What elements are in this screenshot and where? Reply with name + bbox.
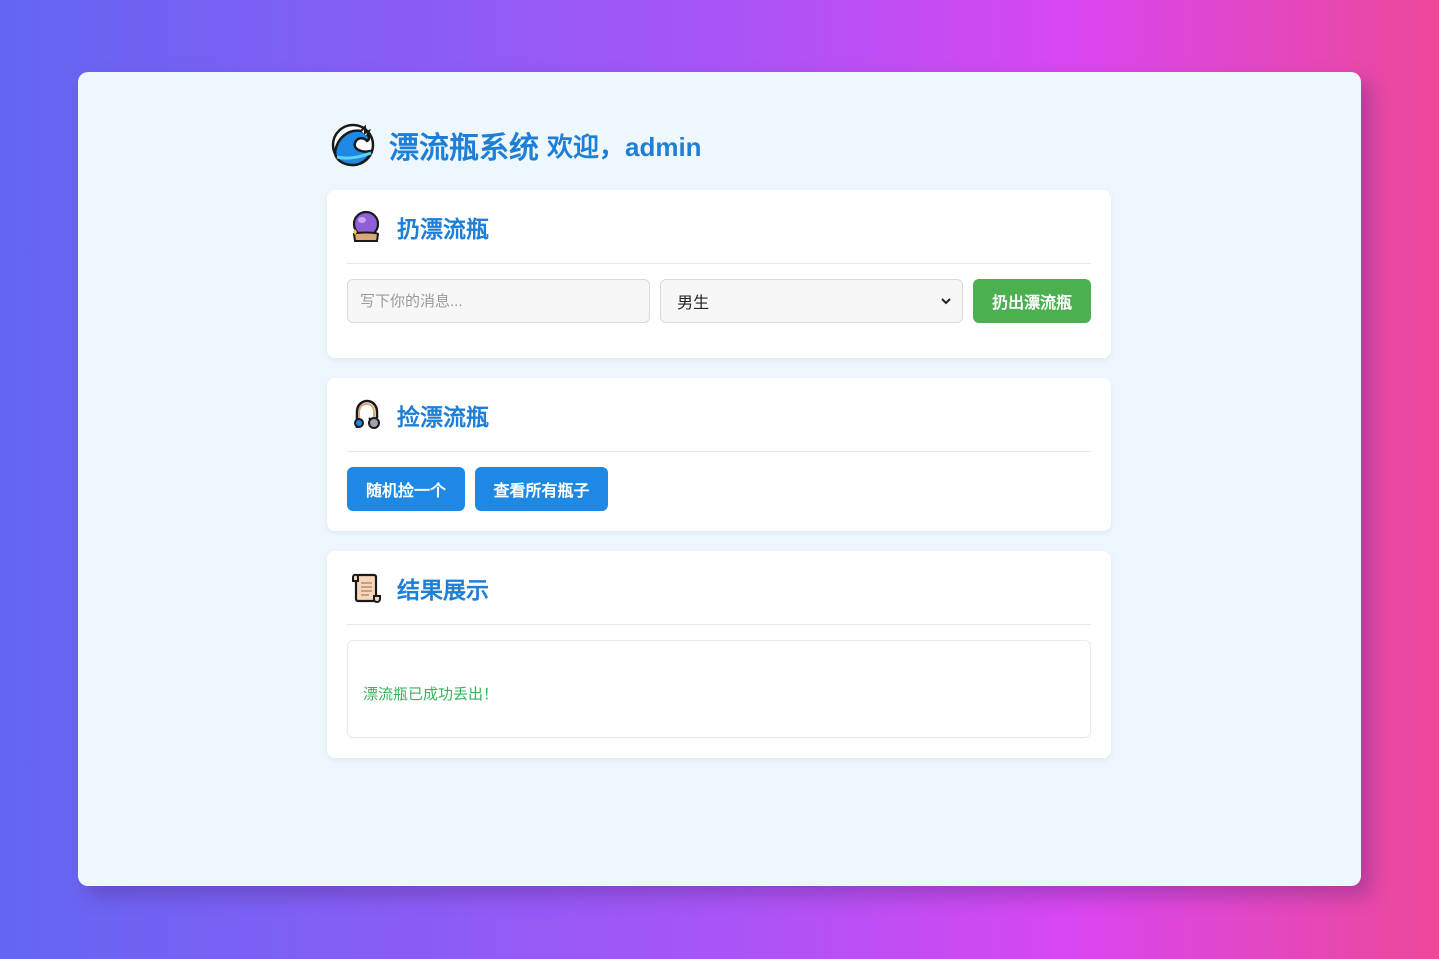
throw-form-row: 男生 扔出漂流瓶 [347,279,1091,323]
page-title: 漂流瓶系统 [389,132,539,165]
random-pick-button[interactable]: 随机捡一个 [347,467,465,511]
gender-selected-value: 男生 [677,295,710,312]
page-header: 漂流瓶系统 欢迎，admin [331,122,702,168]
throw-bottle-button[interactable]: 扔出漂流瓶 [973,279,1091,323]
result-display: 漂流瓶已成功丢出！ [347,640,1091,738]
main-panel: 漂流瓶系统 欢迎，admin 扔漂流瓶 男生 [78,72,1361,886]
view-all-bottles-button[interactable]: 查看所有瓶子 [475,467,608,511]
fishing-hook-icon [354,399,380,429]
gender-select[interactable]: 男生 [660,279,964,323]
message-input[interactable] [347,279,651,323]
throw-card-title: 扔漂流瓶 [397,215,489,242]
throw-card-header: 扔漂流瓶 [347,190,1091,264]
wave-icon [331,123,375,167]
result-message: 漂流瓶已成功丢出！ [363,685,499,703]
scroll-icon [352,573,381,603]
result-card-title: 结果展示 [397,576,489,603]
pick-actions-row: 随机捡一个 查看所有瓶子 [347,467,1091,511]
result-card-header: 结果展示 [347,551,1091,625]
crystal-ball-icon [352,210,380,242]
result-card: 结果展示 漂流瓶已成功丢出！ [327,551,1111,758]
pick-card-title: 捡漂流瓶 [397,403,489,430]
throw-bottle-card: 扔漂流瓶 男生 扔出漂流瓶 [327,190,1111,358]
pick-bottle-card: 捡漂流瓶 随机捡一个 查看所有瓶子 [327,378,1111,531]
chevron-down-icon [941,298,952,305]
welcome-text: 欢迎，admin [547,131,702,162]
pick-card-header: 捡漂流瓶 [347,378,1091,452]
